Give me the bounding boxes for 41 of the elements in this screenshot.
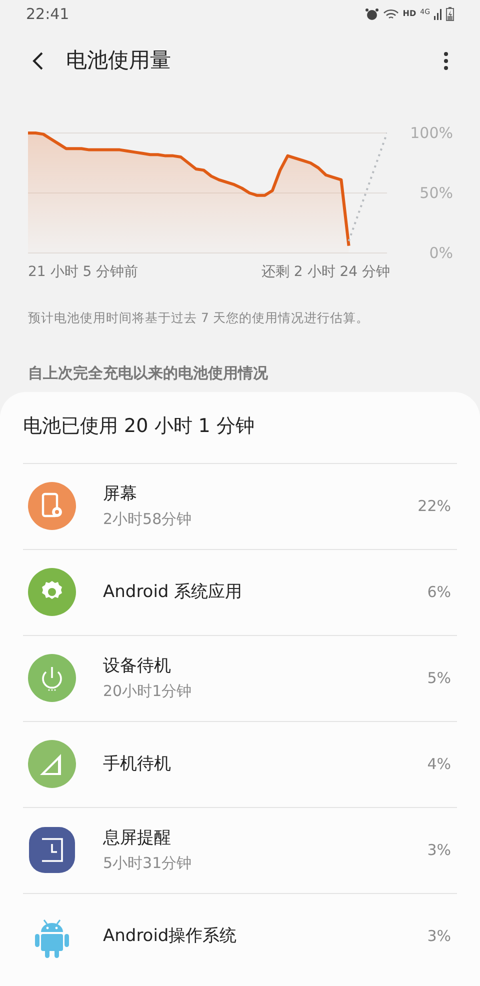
usage-percent: 4% <box>427 754 451 775</box>
more-options-icon <box>444 52 448 70</box>
chart-end-label: 还剩 2 小时 24 分钟 <box>261 263 390 282</box>
battery-charging-icon <box>446 7 454 21</box>
clock-screen-icon <box>28 826 76 874</box>
app-name: 设备待机 <box>103 655 172 678</box>
cell-signal-icon <box>434 8 442 20</box>
usage-percent: 22% <box>418 496 451 517</box>
usage-percent: 3% <box>427 840 451 861</box>
wifi-icon <box>382 8 399 20</box>
app-usage-item[interactable]: 屏幕 2小时58分钟 22% <box>23 462 457 549</box>
app-usage-item[interactable]: Android 系统应用 6% <box>23 548 457 635</box>
usage-percent: 6% <box>427 582 451 603</box>
power-icon <box>28 654 76 702</box>
gear-icon <box>28 568 76 616</box>
axis-tick-label: 0% <box>429 244 453 262</box>
axis-tick-label: 50% <box>420 184 453 202</box>
estimate-note: 预计电池使用时间将基于过去 7 天您的使用情况进行估算。 <box>28 309 370 327</box>
status-time: 22:41 <box>26 4 70 25</box>
app-name: Android 系统应用 <box>103 580 244 604</box>
app-usage-item[interactable]: 手机待机 4% <box>23 720 457 807</box>
usage-duration: 20小时1分钟 <box>103 680 193 702</box>
app-name: Android操作系统 <box>103 924 238 948</box>
app-usage-item[interactable]: Android操作系统 3% <box>23 892 457 979</box>
page-title: 电池使用量 <box>66 47 172 74</box>
usage-percent: 5% <box>427 668 451 689</box>
usage-duration: 2小时58分钟 <box>103 508 193 530</box>
app-usage-item[interactable]: 设备待机 20小时1分钟 5% <box>23 634 457 721</box>
chart-start-label: 21 小时 5 分钟前 <box>28 263 138 282</box>
section-title: 自上次完全充电以来的电池使用情况 <box>28 362 269 384</box>
axis-tick-label: 100% <box>410 124 453 142</box>
usage-total: 电池已使用 20 小时 1 分钟 <box>23 414 256 440</box>
app-usage-item[interactable]: 息屏提醒 5小时31分钟 3% <box>23 806 457 893</box>
signal-icon <box>28 740 76 788</box>
app-name: 屏幕 <box>103 483 138 506</box>
app-name: 手机待机 <box>103 752 172 776</box>
screen-settings-icon <box>28 482 76 530</box>
hd-indicator: HD <box>402 8 416 20</box>
usage-duration: 5小时31分钟 <box>103 852 193 874</box>
usage-percent: 3% <box>427 926 451 947</box>
app-name: 息屏提醒 <box>103 827 172 850</box>
